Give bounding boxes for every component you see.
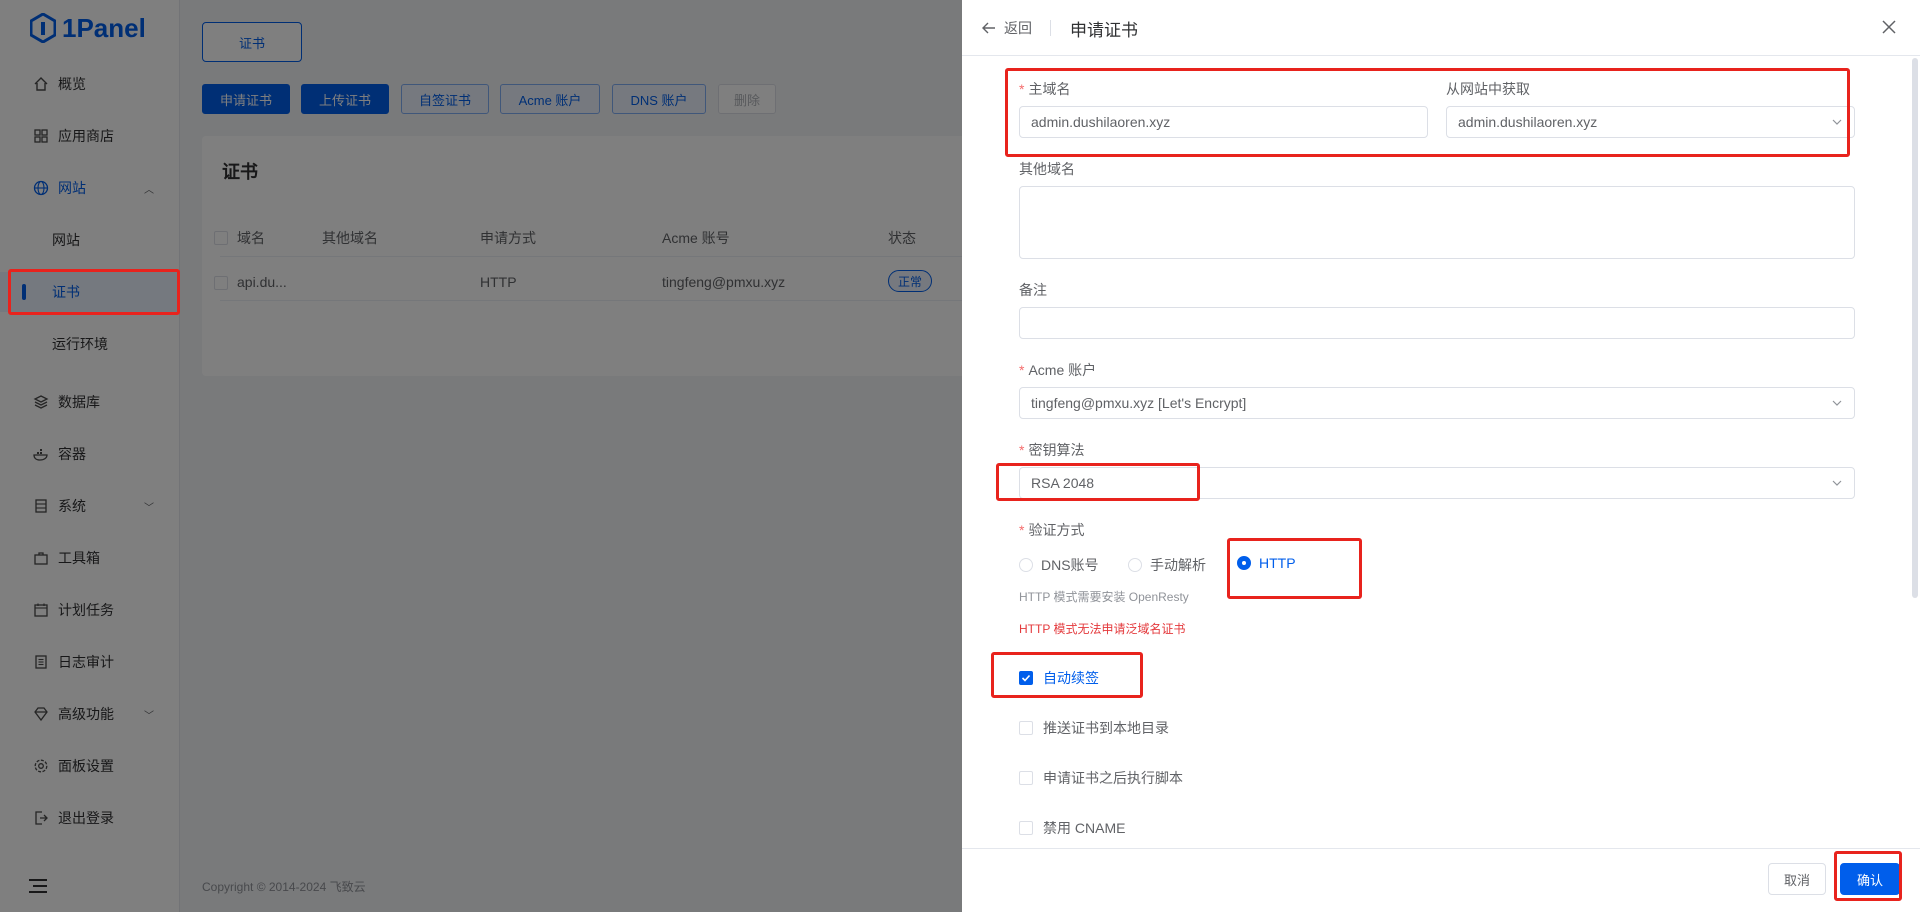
- annotation-box-domain: [1005, 68, 1850, 157]
- radio-manual-resolve[interactable]: 手动解析: [1128, 555, 1206, 575]
- checkbox-label: 禁用 CNAME: [1043, 820, 1126, 836]
- back-button[interactable]: 返回: [982, 18, 1032, 38]
- acme-account-value: tingfeng@pmxu.xyz [Let's Encrypt]: [1031, 395, 1247, 411]
- http-openresty-hint: HTTP 模式需要安装 OpenResty: [1019, 590, 1189, 604]
- annotation-box-key-algorithm: [996, 463, 1200, 501]
- annotation-box-auto-renew: [991, 652, 1143, 698]
- chevron-down-icon: [1832, 400, 1842, 406]
- drawer-header: 返回 申请证书: [962, 0, 1920, 56]
- disable-cname-checkbox[interactable]: 禁用 CNAME: [1019, 818, 1125, 838]
- cancel-button[interactable]: 取消: [1768, 863, 1826, 895]
- key-algorithm-label: * 密钥算法: [1019, 442, 1085, 458]
- radio-label: DNS账号: [1041, 557, 1099, 573]
- verify-method-label: * 验证方式: [1019, 522, 1085, 538]
- radio-circle: [1128, 558, 1142, 572]
- drawer-scrollbar[interactable]: [1912, 58, 1918, 598]
- checkbox-box: [1019, 821, 1033, 835]
- drawer-footer: 取消 确认: [962, 848, 1920, 912]
- remark-label: 备注: [1019, 282, 1047, 298]
- push-to-local-dir-checkbox[interactable]: 推送证书到本地目录: [1019, 718, 1169, 738]
- checkbox-box: [1019, 771, 1033, 785]
- annotation-box-certificate-menu: [8, 269, 180, 315]
- header-divider: [1050, 20, 1051, 36]
- close-icon[interactable]: [1880, 18, 1898, 36]
- acme-account-select[interactable]: tingfeng@pmxu.xyz [Let's Encrypt]: [1019, 387, 1855, 419]
- back-label: 返回: [1004, 20, 1032, 36]
- chevron-down-icon: [1832, 480, 1842, 486]
- http-wildcard-warning: HTTP 模式无法申请泛域名证书: [1019, 622, 1186, 636]
- remark-input[interactable]: [1019, 307, 1855, 339]
- acme-account-label: * Acme 账户: [1019, 362, 1097, 378]
- checkbox-label: 申请证书之后执行脚本: [1043, 770, 1183, 786]
- radio-circle: [1019, 558, 1033, 572]
- annotation-box-confirm: [1834, 851, 1902, 901]
- radio-label: 手动解析: [1150, 557, 1206, 573]
- other-domains-label: 其他域名: [1019, 161, 1075, 177]
- arrow-left-icon: [982, 22, 995, 34]
- checkbox-box: [1019, 721, 1033, 735]
- checkbox-label: 推送证书到本地目录: [1043, 720, 1169, 736]
- radio-dns-account[interactable]: DNS账号: [1019, 555, 1099, 575]
- modal-overlay[interactable]: [0, 0, 962, 912]
- other-domains-textarea[interactable]: [1019, 186, 1855, 259]
- drawer-title: 申请证书: [1070, 21, 1138, 40]
- run-script-after-checkbox[interactable]: 申请证书之后执行脚本: [1019, 768, 1183, 788]
- annotation-box-http: [1227, 538, 1362, 599]
